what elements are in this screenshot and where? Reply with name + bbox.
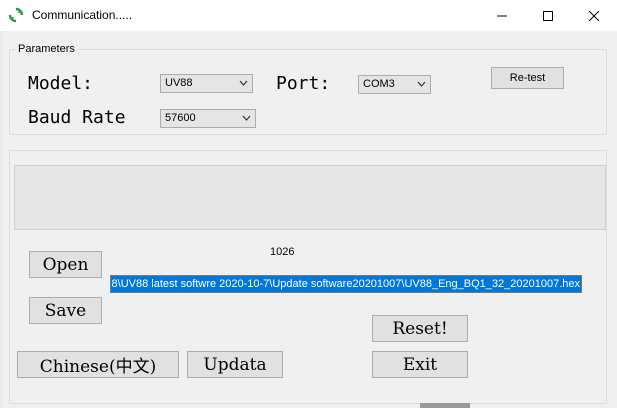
port-select-value: COM3 [363,78,395,90]
close-button[interactable] [571,0,617,31]
bottom-edge-strip [420,403,470,408]
open-button[interactable]: Open [29,251,102,278]
progress-panel [14,165,606,230]
model-select[interactable]: UV88 [160,74,253,93]
exit-button[interactable]: Exit [372,351,468,378]
port-select[interactable]: COM3 [358,75,431,94]
reset-button[interactable]: Reset! [372,315,468,342]
model-label: Model: [28,73,94,94]
close-icon [589,10,599,21]
file-path-field[interactable]: r88\UV88 latest softwre 2020-10-7\Update… [110,275,582,293]
file-path-text: r88\UV88 latest softwre 2020-10-7\Update… [111,276,581,292]
chevron-down-icon [239,80,248,86]
refresh-icon [8,7,24,23]
minimize-icon [497,15,507,16]
title-bar: Communication..... [0,0,617,31]
parameters-group-label: Parameters [16,43,77,55]
chinese-language-button[interactable]: Chinese(中文) [17,351,179,378]
chevron-down-icon [242,115,251,121]
baud-rate-select-value: 57600 [165,112,196,124]
baud-rate-select[interactable]: 57600 [160,109,256,128]
updata-button[interactable]: Updata [187,351,283,378]
chevron-down-icon [417,81,426,87]
maximize-button[interactable] [525,0,571,31]
window-edge [0,31,2,408]
retest-button[interactable]: Re-test [491,67,564,89]
window-title: Communication..... [32,8,133,22]
port-label: Port: [276,73,331,94]
byte-count: 1026 [270,246,295,258]
maximize-icon [543,10,553,21]
save-button[interactable]: Save [29,297,102,324]
model-select-value: UV88 [165,77,193,89]
baud-rate-label: Baud Rate [28,107,126,128]
minimize-button[interactable] [479,0,525,31]
